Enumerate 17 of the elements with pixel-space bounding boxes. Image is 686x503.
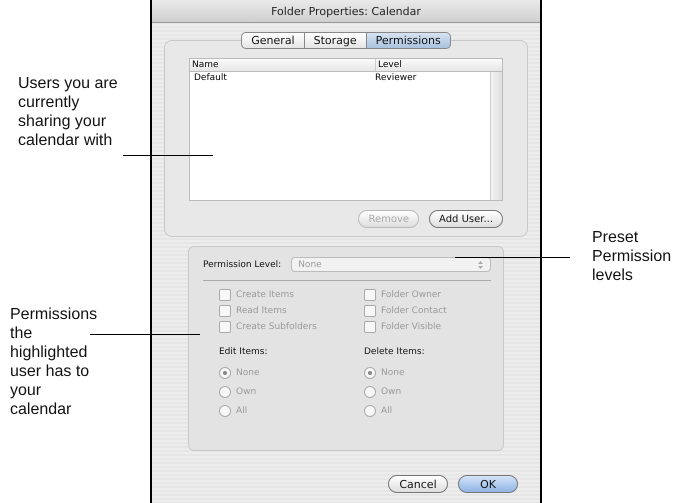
tab[interactable]: General bbox=[241, 32, 305, 49]
callout-text: Users you are currently sharing your calendar with bbox=[18, 74, 119, 150]
tab[interactable]: Permissions bbox=[366, 32, 451, 49]
column-header[interactable]: Level bbox=[376, 59, 402, 71]
column-header[interactable]: Name bbox=[190, 59, 376, 71]
callout-text: Preset Permission levels bbox=[592, 228, 672, 285]
table-cell-text: Default bbox=[194, 72, 228, 84]
tab[interactable]: Storage bbox=[304, 32, 367, 49]
group-label: Edit Items: bbox=[219, 347, 268, 357]
field-label: Permission Level: bbox=[203, 260, 282, 270]
ok-button[interactable]: OK bbox=[458, 475, 518, 493]
callout-text: Permissions the highlighted user has to your calendar bbox=[10, 305, 98, 420]
table-cell: Reviewer bbox=[375, 72, 416, 84]
window-title: Folder Properties: Calendar bbox=[271, 4, 421, 18]
group-label: Delete Items: bbox=[364, 347, 426, 357]
add-user-button[interactable]: Add User... bbox=[429, 210, 503, 228]
cancel-button[interactable]: Cancel bbox=[388, 475, 448, 493]
